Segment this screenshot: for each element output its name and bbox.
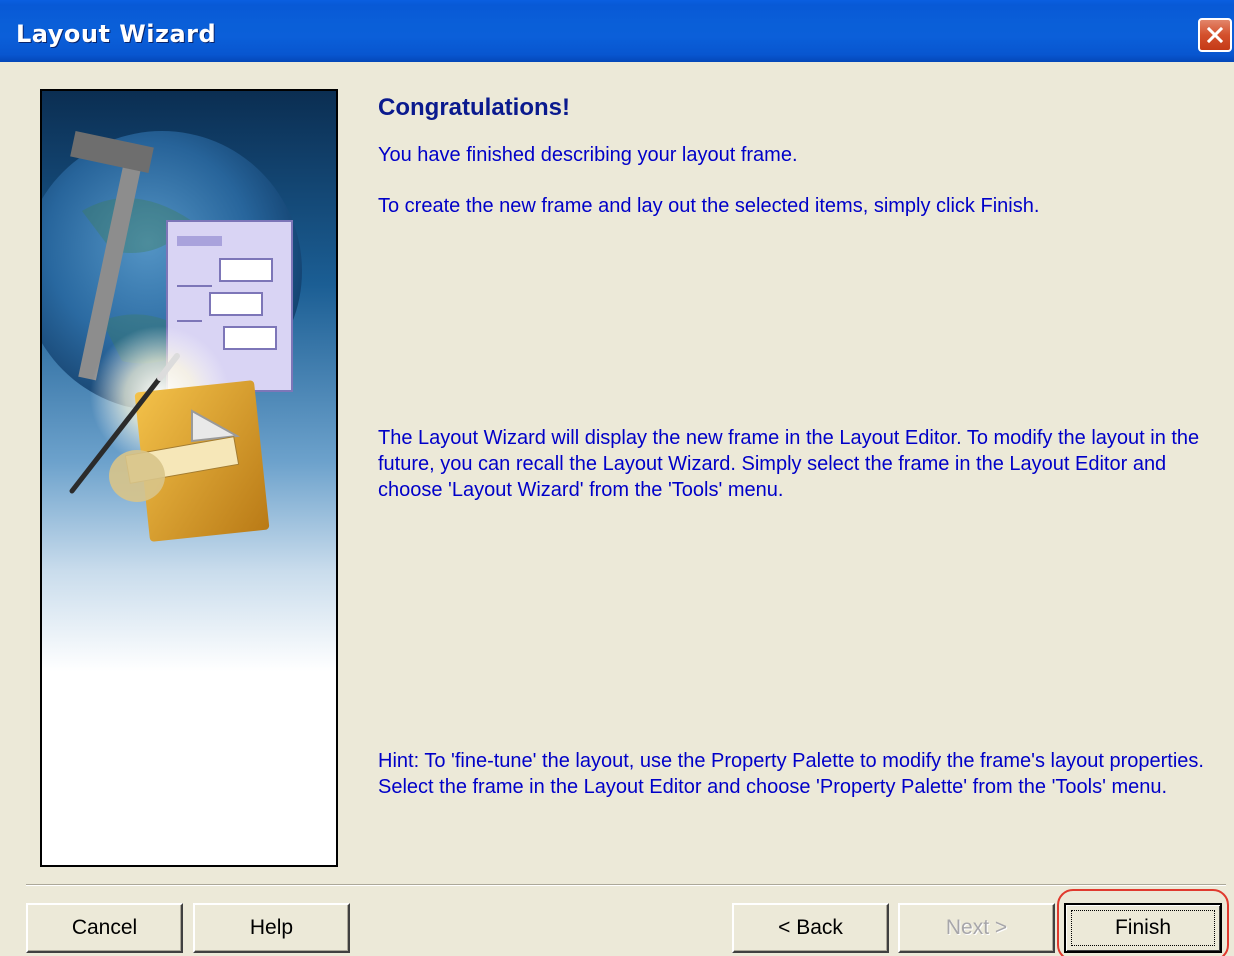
wizard-illustration bbox=[42, 91, 336, 865]
finish-instruction: To create the new frame and lay out the … bbox=[378, 195, 1040, 217]
next-button: Next > bbox=[898, 903, 1055, 953]
help-button-label: Help bbox=[249, 916, 294, 939]
hint-text: Hint: To 'fine-tune' the layout, use the… bbox=[378, 750, 1204, 798]
back-button[interactable]: < Back bbox=[732, 903, 889, 953]
help-button[interactable]: Help bbox=[193, 903, 350, 953]
cancel-button-label: Cancel bbox=[71, 916, 138, 939]
window-title: Layout Wizard bbox=[16, 20, 217, 48]
layout-wizard-dialog: Layout Wizard Congratulations! You have … bbox=[0, 0, 1234, 956]
finish-highlight-circle bbox=[1057, 889, 1229, 956]
finished-message: You have finished describing your layout… bbox=[378, 144, 798, 166]
next-button-label: Next > bbox=[945, 916, 1008, 939]
layout-editor-info: The Layout Wizard will display the new f… bbox=[378, 427, 1200, 501]
page-heading: Congratulations! bbox=[378, 94, 570, 121]
button-separator bbox=[26, 884, 1226, 886]
back-button-label: < Back bbox=[778, 916, 843, 939]
cancel-button[interactable]: Cancel bbox=[26, 903, 183, 953]
close-x-icon bbox=[1206, 26, 1224, 44]
close-button[interactable] bbox=[1198, 18, 1232, 52]
wizard-illustration-panel bbox=[40, 89, 338, 867]
title-bar[interactable]: Layout Wizard bbox=[0, 0, 1234, 62]
